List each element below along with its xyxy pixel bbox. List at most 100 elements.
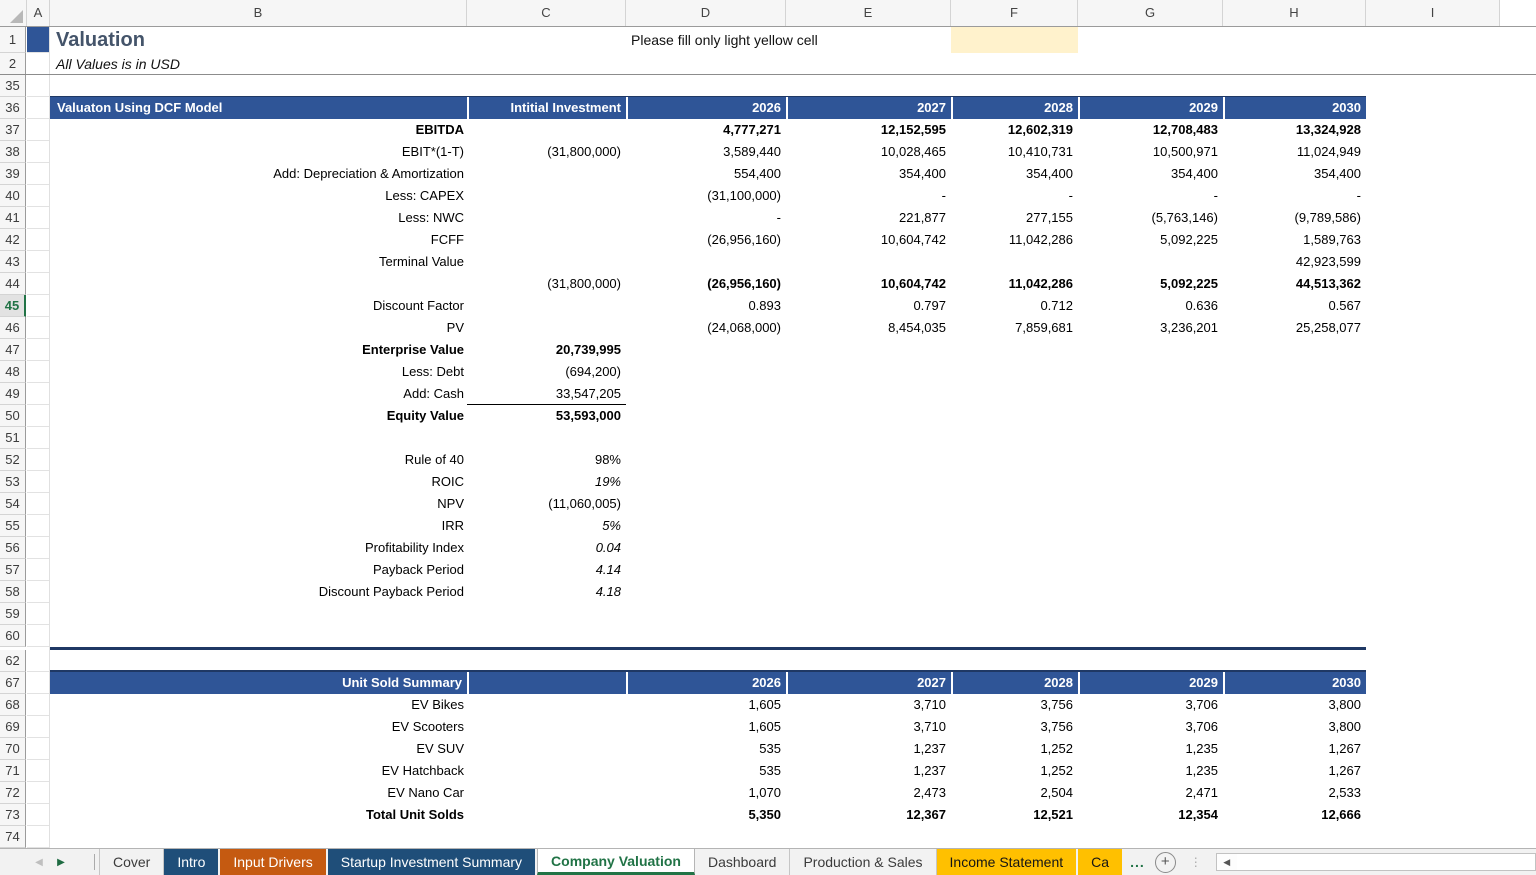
cell-F40[interactable]: - — [951, 185, 1078, 207]
row-header-74[interactable]: 74 — [0, 826, 26, 848]
cell-C53[interactable]: 19% — [467, 471, 626, 493]
cell-G38[interactable]: 10,500,971 — [1078, 141, 1223, 163]
cell-D46[interactable]: (24,068,000) — [626, 317, 786, 339]
cell-D73[interactable]: 5,350 — [626, 804, 786, 826]
cell-H41[interactable]: (9,789,586) — [1223, 207, 1366, 229]
cell-A45[interactable] — [27, 295, 50, 317]
table-header-cell-E67[interactable]: 2027 — [786, 672, 951, 694]
select-all-button[interactable] — [0, 0, 27, 26]
cell-F41[interactable]: 277,155 — [951, 207, 1078, 229]
cell-C54[interactable]: (11,060,005) — [467, 493, 626, 515]
cell-B39[interactable]: Add: Depreciation & Amortization — [50, 163, 467, 185]
row-header-46[interactable]: 46 — [0, 317, 26, 339]
cell-H37[interactable]: 13,324,928 — [1223, 119, 1366, 141]
cell-B48[interactable]: Less: Debt — [50, 361, 467, 383]
table-header-cell-C67[interactable] — [467, 672, 626, 694]
row-header-56[interactable]: 56 — [0, 537, 26, 559]
cell-D71[interactable]: 535 — [626, 760, 786, 782]
cell-D45[interactable]: 0.893 — [626, 295, 786, 317]
cell-A2[interactable] — [27, 53, 50, 75]
cell-A48[interactable] — [27, 361, 50, 383]
cell-B40[interactable]: Less: CAPEX — [50, 185, 467, 207]
table-header-cell-B67[interactable]: Unit Sold Summary — [50, 672, 467, 694]
cell-H42[interactable]: 1,589,763 — [1223, 229, 1366, 251]
cell-B54[interactable]: NPV — [50, 493, 467, 515]
row-header-42[interactable]: 42 — [0, 229, 26, 251]
row-header-48[interactable]: 48 — [0, 361, 26, 383]
cell-F71[interactable]: 1,252 — [951, 760, 1078, 782]
cell-B72[interactable]: EV Nano Car — [50, 782, 467, 804]
cell-B57[interactable]: Payback Period — [50, 559, 467, 581]
cell-C48[interactable]: (694,200) — [467, 361, 626, 383]
horizontal-scrollbar[interactable]: ◀ — [1216, 853, 1536, 871]
input-yellow-cell[interactable] — [951, 27, 1078, 53]
row-header-41[interactable]: 41 — [0, 207, 26, 229]
cell-H72[interactable]: 2,533 — [1223, 782, 1366, 804]
cell-D41[interactable]: - — [626, 207, 786, 229]
row-header-68[interactable]: 68 — [0, 694, 26, 716]
cell-B70[interactable]: EV SUV — [50, 738, 467, 760]
table-header-cell-C36[interactable]: Intitial Investment — [467, 97, 626, 119]
cell-F39[interactable]: 354,400 — [951, 163, 1078, 185]
col-header-A[interactable]: A — [27, 0, 50, 26]
cell-C58[interactable]: 4.18 — [467, 581, 626, 603]
cell-C57[interactable]: 4.14 — [467, 559, 626, 581]
cell-D40[interactable]: (31,100,000) — [626, 185, 786, 207]
row-header-36[interactable]: 36 — [0, 97, 26, 119]
cell-C38[interactable]: (31,800,000) — [467, 141, 626, 163]
cell-F68[interactable]: 3,756 — [951, 694, 1078, 716]
cell-E40[interactable]: - — [786, 185, 951, 207]
scroll-left-icon[interactable]: ◀ — [1217, 857, 1237, 868]
col-header-F[interactable]: F — [951, 0, 1078, 26]
row-header-51[interactable]: 51 — [0, 427, 26, 449]
cell-A73[interactable] — [27, 804, 50, 826]
row-header-53[interactable]: 53 — [0, 471, 26, 493]
cell-B52[interactable]: Rule of 40 — [50, 449, 467, 471]
cell-H38[interactable]: 11,024,949 — [1223, 141, 1366, 163]
cell-H70[interactable]: 1,267 — [1223, 738, 1366, 760]
cell-E44[interactable]: 10,604,742 — [786, 273, 951, 295]
cell-E72[interactable]: 2,473 — [786, 782, 951, 804]
cell-F69[interactable]: 3,756 — [951, 716, 1078, 738]
cell-F38[interactable]: 10,410,731 — [951, 141, 1078, 163]
row-header-44[interactable]: 44 — [0, 273, 26, 295]
cell-H43[interactable]: 42,923,599 — [1223, 251, 1366, 273]
cell-E71[interactable]: 1,237 — [786, 760, 951, 782]
sheet-tab-ca[interactable]: Ca — [1078, 849, 1122, 875]
tabbar-resize-grip-icon[interactable]: ⋮ — [1182, 849, 1210, 875]
cell-G73[interactable]: 12,354 — [1078, 804, 1223, 826]
cell-A72[interactable] — [27, 782, 50, 804]
cell-B69[interactable]: EV Scooters — [50, 716, 467, 738]
row-header-40[interactable]: 40 — [0, 185, 26, 207]
cell-D42[interactable]: (26,956,160) — [626, 229, 786, 251]
cell-F72[interactable]: 2,504 — [951, 782, 1078, 804]
row-header-71[interactable]: 71 — [0, 760, 26, 782]
cell-E69[interactable]: 3,710 — [786, 716, 951, 738]
row-header-52[interactable]: 52 — [0, 449, 26, 471]
cell-A67[interactable] — [27, 672, 50, 694]
table-header-cell-H36[interactable]: 2030 — [1223, 97, 1366, 119]
cell-D37[interactable]: 4,777,271 — [626, 119, 786, 141]
sheet-title[interactable]: Valuation — [56, 27, 145, 53]
row-header-72[interactable]: 72 — [0, 782, 26, 804]
cell-F45[interactable]: 0.712 — [951, 295, 1078, 317]
table-header-cell-H67[interactable]: 2030 — [1223, 672, 1366, 694]
row-header-62[interactable]: 62 — [0, 650, 26, 672]
cell-A57[interactable] — [27, 559, 50, 581]
cell-C52[interactable]: 98% — [467, 449, 626, 471]
cell-H46[interactable]: 25,258,077 — [1223, 317, 1366, 339]
table-header-cell-D67[interactable]: 2026 — [626, 672, 786, 694]
sheet-tab-production-sales[interactable]: Production & Sales — [790, 849, 936, 875]
cell-H73[interactable]: 12,666 — [1223, 804, 1366, 826]
cell-A46[interactable] — [27, 317, 50, 339]
cell-A50[interactable] — [27, 405, 50, 427]
cell-H68[interactable]: 3,800 — [1223, 694, 1366, 716]
cell-D39[interactable]: 554,400 — [626, 163, 786, 185]
cell-A35[interactable] — [27, 75, 50, 97]
cell-A43[interactable] — [27, 251, 50, 273]
cell-C49[interactable]: 33,547,205 — [467, 383, 626, 405]
col-header-G[interactable]: G — [1078, 0, 1223, 26]
cell-A41[interactable] — [27, 207, 50, 229]
cell-G68[interactable]: 3,706 — [1078, 694, 1223, 716]
sheet-tab-input-drivers[interactable]: Input Drivers — [220, 849, 325, 875]
